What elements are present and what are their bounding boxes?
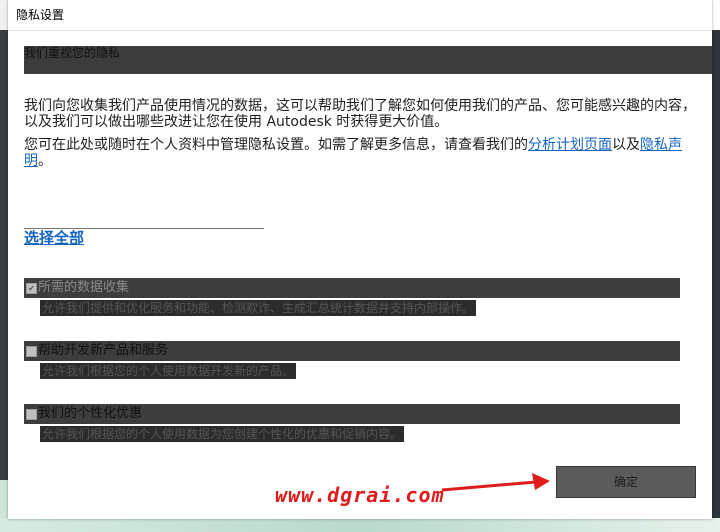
option-description: 允许我们根据您的个人使用数据开发新的产品。 (40, 363, 297, 379)
option-required-data: ✔ 所需的数据收集 (24, 278, 680, 298)
analytics-program-link[interactable]: 分析计划页面 (528, 137, 612, 153)
ok-button[interactable]: 确定 (556, 466, 696, 498)
required-data-checkbox: ✔ (26, 283, 37, 294)
privacy-header-title: 我们重视您的隐私 (24, 46, 121, 60)
period-text: 。 (38, 153, 52, 169)
personalized-offers-checkbox[interactable] (26, 409, 37, 420)
privacy-header-band: 我们重视您的隐私 (24, 46, 712, 74)
watermark-text: www.dgrai.com (275, 483, 445, 507)
option-label: 所需的数据收集 (38, 280, 130, 295)
option-personalized-offers[interactable]: 我们的个性化优惠 (24, 404, 680, 424)
window-title: 隐私设置 (8, 0, 712, 30)
title-divider (8, 30, 712, 31)
background-desktop-strip (0, 518, 720, 532)
option-label: 帮助开发新产品和服务 (38, 343, 169, 358)
red-arrow-icon (441, 473, 550, 492)
option-description: 允许我们提供和优化服务和功能、检测欺诈、生成汇总统计数据并支持内部操作。 (40, 300, 477, 316)
option-label: 我们的个性化优惠 (38, 406, 143, 421)
option-description: 允许我们根据您的个人使用数据为您创建个性化的优惠和促销内容。 (40, 426, 405, 442)
and-text: 以及 (612, 137, 640, 153)
manage-text: 您可在此处或随时在个人资料中管理隐私设置。如需了解更多信息，请查看我们的 (24, 137, 528, 153)
new-products-checkbox[interactable] (26, 346, 37, 357)
intro-paragraph: 我们向您收集我们产品使用情况的数据，这可以帮助我们了解您如何使用我们的产品、您可… (24, 98, 696, 130)
privacy-settings-dialog: 隐私设置 我们重视您的隐私 我们向您收集我们产品使用情况的数据，这可以帮助我们了… (8, 0, 712, 519)
select-all-link[interactable]: 选择全部 (24, 227, 84, 248)
manage-paragraph: 您可在此处或随时在个人资料中管理隐私设置。如需了解更多信息，请查看我们的分析计划… (24, 137, 704, 169)
option-new-products[interactable]: 帮助开发新产品和服务 (24, 341, 680, 361)
